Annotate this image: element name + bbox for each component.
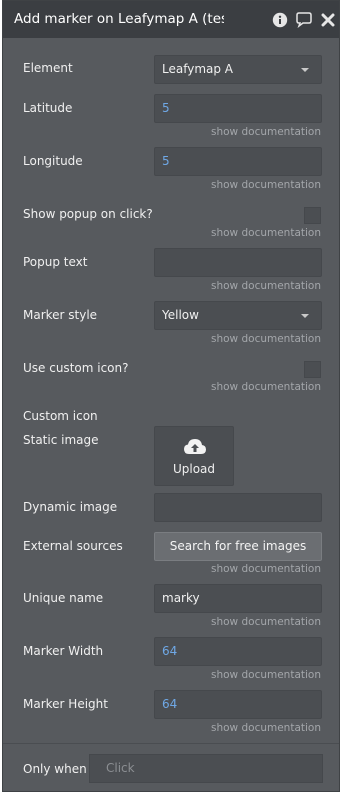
popup-text-label: Popup text: [23, 255, 88, 269]
marker-height-label: Marker Height: [23, 697, 108, 711]
upload-button[interactable]: Upload: [154, 426, 234, 486]
show-popup-show-documentation[interactable]: show documentation: [211, 227, 321, 239]
external-sources-show-documentation[interactable]: show documentation: [211, 563, 321, 575]
action-panel: Add marker on Leafymap A (test Element L…: [2, 0, 340, 792]
chevron-down-icon: [301, 314, 309, 318]
marker-height-show-documentation[interactable]: show documentation: [211, 722, 321, 734]
custom-icon-label: Custom icon: [23, 409, 98, 423]
close-icon[interactable]: [319, 11, 337, 29]
show-popup-label: Show popup on click?: [23, 207, 153, 221]
marker-width-input[interactable]: 64: [154, 637, 322, 666]
upload-label: Upload: [172, 462, 216, 476]
latitude-show-documentation[interactable]: show documentation: [211, 126, 321, 138]
comment-icon[interactable]: [295, 11, 313, 29]
use-custom-icon-label: Use custom icon?: [23, 361, 129, 375]
info-icon[interactable]: [271, 11, 289, 29]
element-value: Leafymap A: [162, 62, 234, 76]
use-custom-icon-show-documentation[interactable]: show documentation: [211, 381, 321, 393]
latitude-label: Latitude: [23, 101, 73, 115]
marker-width-label: Marker Width: [23, 644, 104, 658]
longitude-label: Longitude: [23, 154, 83, 168]
latitude-input[interactable]: 5: [154, 94, 322, 123]
dynamic-image-input[interactable]: [154, 493, 322, 522]
marker-style-label: Marker style: [23, 308, 98, 322]
only-when-label: Only when: [23, 762, 87, 776]
element-dropdown[interactable]: Leafymap A: [154, 55, 322, 84]
chevron-down-icon: [301, 68, 309, 72]
only-when-input[interactable]: Click: [89, 754, 323, 783]
search-free-images-button[interactable]: Search for free images: [154, 532, 322, 561]
condition-footer: Only when Click: [3, 743, 339, 793]
marker-height-input[interactable]: 64: [154, 690, 322, 719]
panel-header: Add marker on Leafymap A (test: [3, 1, 339, 38]
use-custom-icon-checkbox[interactable]: [304, 361, 321, 378]
dynamic-image-label: Dynamic image: [23, 500, 118, 514]
panel-title: Add marker on Leafymap A (test: [14, 11, 224, 27]
marker-style-show-documentation[interactable]: show documentation: [211, 333, 321, 345]
cloud-upload-icon: [184, 439, 206, 454]
element-label: Element: [23, 61, 73, 75]
static-image-label: Static image: [23, 433, 99, 447]
marker-width-show-documentation[interactable]: show documentation: [211, 669, 321, 681]
marker-style-value: Yellow: [162, 308, 199, 322]
unique-name-label: Unique name: [23, 591, 104, 605]
marker-style-dropdown[interactable]: Yellow: [154, 301, 322, 330]
show-popup-checkbox[interactable]: [304, 207, 321, 224]
longitude-show-documentation[interactable]: show documentation: [211, 179, 321, 191]
popup-text-input[interactable]: [154, 248, 322, 277]
longitude-input[interactable]: 5: [154, 147, 322, 176]
popup-text-show-documentation[interactable]: show documentation: [211, 280, 321, 292]
unique-name-show-documentation[interactable]: show documentation: [211, 616, 321, 628]
external-sources-label: External sources: [23, 539, 123, 553]
unique-name-input[interactable]: marky: [154, 584, 322, 613]
